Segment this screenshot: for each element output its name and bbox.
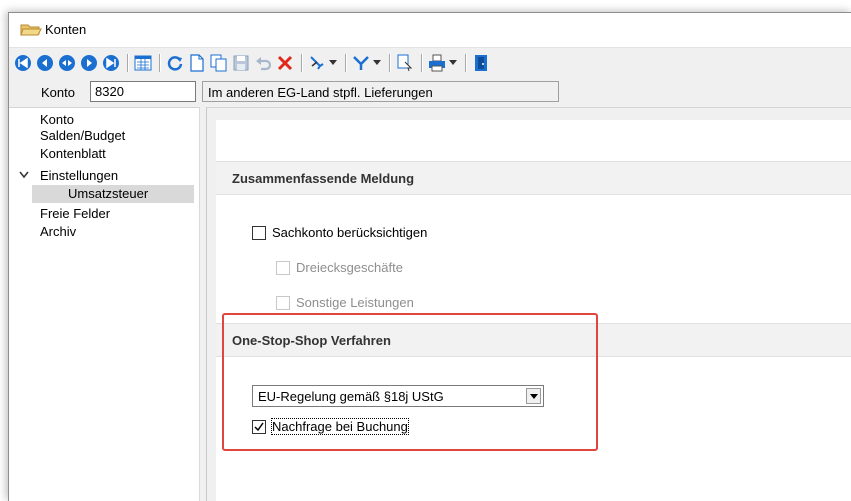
filter-icon[interactable] <box>351 52 371 74</box>
nav-item-freie-felder[interactable]: Freie Felder <box>40 206 110 222</box>
toolbar <box>9 48 851 78</box>
konto-description: Im anderen EG-Land stpfl. Lieferungen <box>202 81 559 102</box>
nav-item-kontenblatt[interactable]: Kontenblatt <box>40 146 106 162</box>
first-record-icon[interactable] <box>13 52 33 74</box>
new-icon[interactable] <box>187 52 207 74</box>
folder-open-icon <box>20 24 42 36</box>
nav-item-archiv[interactable]: Archiv <box>40 224 76 240</box>
exit-icon[interactable] <box>471 52 491 74</box>
dreiecksgeschaefte-label: Dreiecksgeschäfte <box>296 260 403 275</box>
zm-heading: Zusammenfassende Meldung <box>232 171 415 186</box>
tools-icon[interactable] <box>307 52 327 74</box>
list-view-icon[interactable] <box>133 52 153 74</box>
undo-icon[interactable] <box>253 52 273 74</box>
chevron-down-icon[interactable] <box>19 171 29 179</box>
navigation-tree: Konto Salden/Budget Kontenblatt Einstell… <box>9 107 199 501</box>
konto-label: Konto <box>41 85 75 100</box>
sachkonto-checkbox[interactable] <box>252 226 266 240</box>
title-bar: Konten <box>9 13 851 48</box>
save-icon[interactable] <box>231 52 251 74</box>
last-record-icon[interactable] <box>101 52 121 74</box>
next-record-icon[interactable] <box>79 52 99 74</box>
nav-item-konto[interactable]: Konto <box>40 112 74 128</box>
previous-record-icon[interactable] <box>35 52 55 74</box>
print-icon[interactable] <box>427 52 447 74</box>
nav-item-einstellungen[interactable]: Einstellungen <box>40 168 118 184</box>
tools-dropdown-icon[interactable] <box>327 52 339 74</box>
refresh-icon[interactable] <box>165 52 185 74</box>
sonstige-leistungen-label: Sonstige Leistungen <box>296 295 414 310</box>
nav-item-umsatzsteuer[interactable]: Umsatzsteuer <box>32 185 194 203</box>
sachkonto-label: Sachkonto berücksichtigen <box>272 225 428 240</box>
window-title: Konten <box>45 22 87 37</box>
dreiecksgeschaefte-checkbox[interactable] <box>276 261 290 275</box>
konto-row: Konto Im anderen EG-Land stpfl. Lieferun… <box>9 79 851 105</box>
nav-item-salden-budget[interactable]: Salden/Budget <box>40 128 125 144</box>
delete-icon[interactable] <box>275 52 295 74</box>
konto-input[interactable] <box>90 81 196 102</box>
search-icon[interactable] <box>395 52 415 74</box>
filter-dropdown-icon[interactable] <box>371 52 383 74</box>
sonstige-leistungen-checkbox[interactable] <box>276 296 290 310</box>
zm-section-header: Zusammenfassende Meldung <box>216 161 851 195</box>
print-dropdown-icon[interactable] <box>447 52 459 74</box>
nav-item-umsatzsteuer-label: Umsatzsteuer <box>68 186 149 201</box>
copy-icon[interactable] <box>209 52 229 74</box>
highlight-box <box>222 313 598 451</box>
jump-record-icon[interactable] <box>57 52 77 74</box>
